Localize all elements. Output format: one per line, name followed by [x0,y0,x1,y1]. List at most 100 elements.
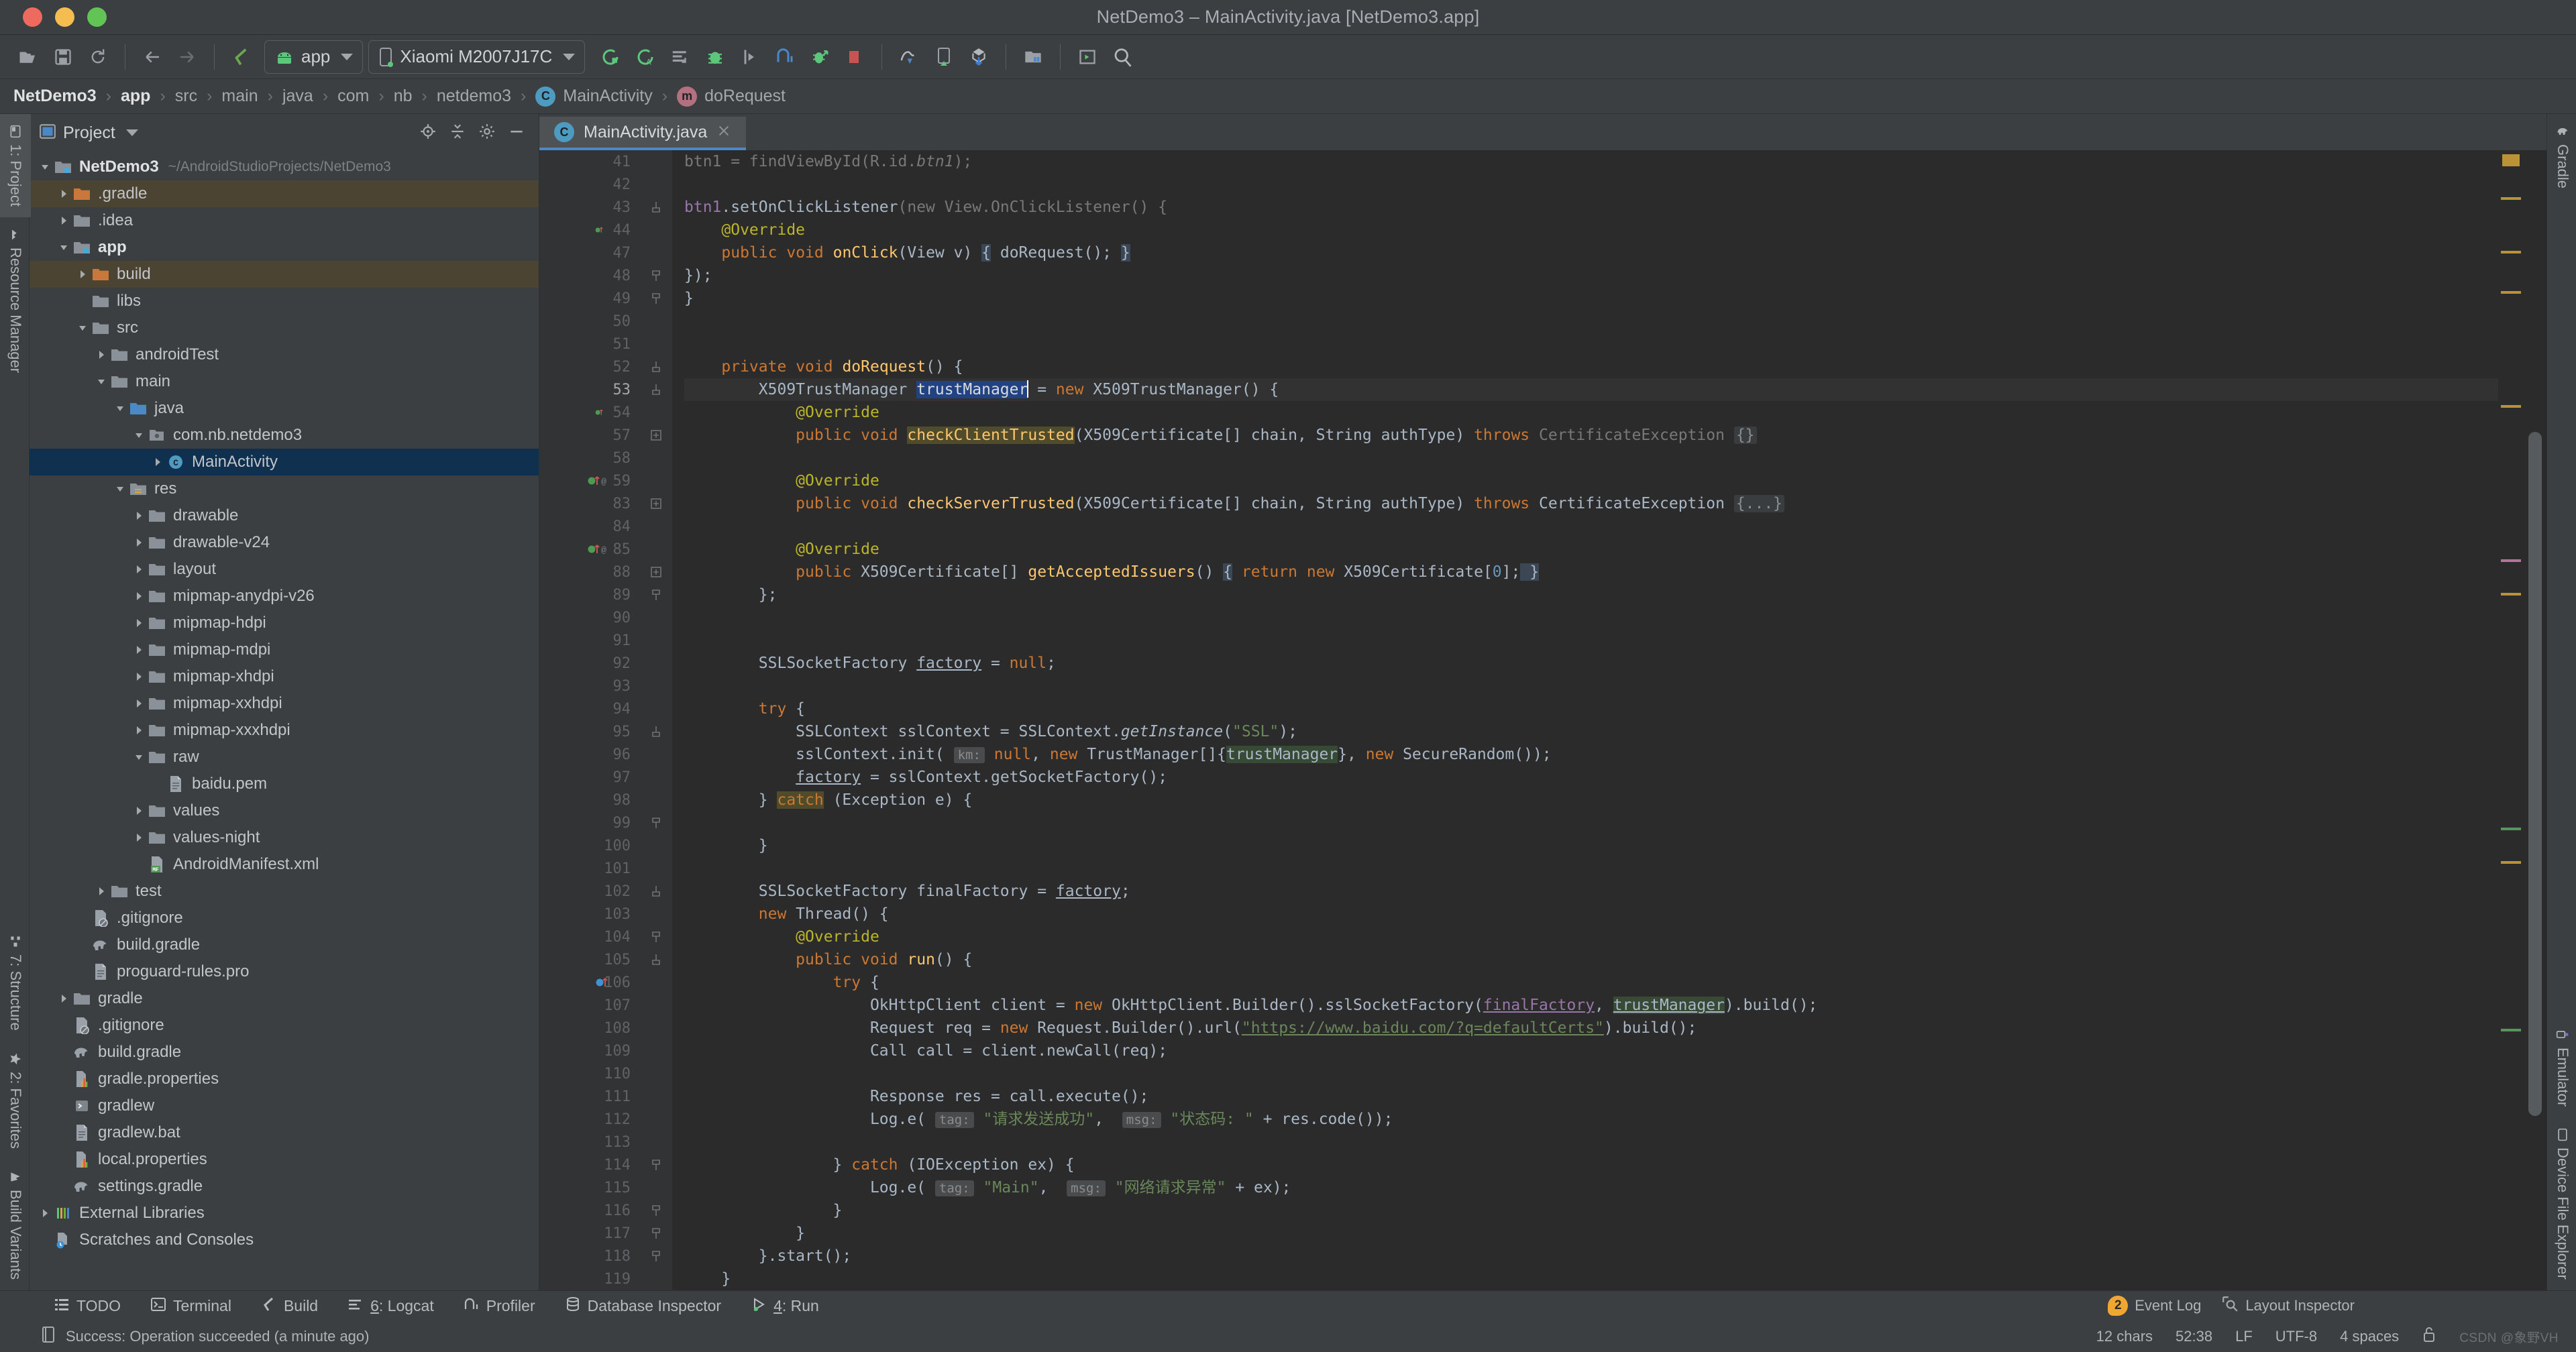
breadcrumb-item-app[interactable]: app [119,87,152,106]
fold-marker[interactable] [640,447,672,469]
scrollbar-thumb[interactable] [2528,432,2542,1116]
fold-marker[interactable] [640,424,672,447]
line-number[interactable]: 94 [539,697,640,720]
collapse-all-icon[interactable] [449,123,466,144]
code-line[interactable] [684,1062,2498,1085]
chevron-right-icon[interactable] [130,644,148,655]
fold-marker[interactable] [640,629,672,652]
tree-node-local-properties[interactable]: local.properties [30,1146,539,1173]
tree-node-scratches-and-consoles[interactable]: Scratches and Consoles [30,1227,539,1253]
line-number[interactable]: 109 [539,1039,640,1062]
tool-window-terminal[interactable]: Terminal [136,1296,246,1316]
chevron-right-icon[interactable] [74,269,91,280]
code-marker[interactable] [2501,559,2521,562]
line-number[interactable]: 92 [539,652,640,675]
tree-node-drawable[interactable]: drawable [30,502,539,529]
fold-marker[interactable] [640,675,672,697]
line-number[interactable]: 88 [539,561,640,583]
event-log-button[interactable]: 2 Event Log [2108,1296,2201,1316]
code-line[interactable] [684,333,2498,355]
fold-marker[interactable] [640,857,672,880]
fold-marker[interactable] [640,310,672,333]
tree-node-mipmap-xxhdpi[interactable]: mipmap-xxhdpi [30,690,539,717]
breadcrumb-item-netdemo3[interactable]: NetDemo3 [12,87,98,106]
chevron-down-icon[interactable] [36,162,54,172]
code-line[interactable]: SSLContext sslContext = SSLContext.getIn… [684,720,2498,743]
locate-file-icon[interactable] [419,123,437,144]
profiler-icon[interactable] [767,40,802,74]
breadcrumb-item-com[interactable]: com [336,87,370,106]
rail-item-1-project[interactable]: 1: Project [0,114,31,217]
fold-marker[interactable] [640,219,672,241]
fold-marker[interactable] [640,903,672,925]
line-number[interactable]: 47 [539,241,640,264]
chevron-right-icon[interactable] [149,457,166,467]
overriding-method-icon[interactable]: @ [586,542,609,557]
back-icon[interactable] [135,40,170,74]
code-line[interactable]: X509TrustManager trustManager = new X509… [684,378,2498,401]
chevron-right-icon[interactable] [55,188,72,199]
rail-item-emulator[interactable]: Emulator [2547,1017,2576,1117]
chevron-right-icon[interactable] [130,725,148,736]
chevron-right-icon[interactable] [130,618,148,628]
line-number[interactable]: 105 [539,948,640,971]
fold-marker[interactable] [640,1062,672,1085]
breadcrumb-item-mainactivity[interactable]: CMainActivity [534,87,653,107]
line-number[interactable]: 50 [539,310,640,333]
tree-node-external-libraries[interactable]: External Libraries [30,1200,539,1227]
fold-marker[interactable] [640,1222,672,1245]
line-number[interactable]: 100 [539,834,640,857]
save-all-icon[interactable] [46,40,80,74]
fold-marker[interactable] [640,971,672,994]
line-number[interactable]: 101 [539,857,640,880]
search-icon[interactable] [1105,40,1140,74]
code-marker[interactable] [2501,405,2521,408]
tree-node-build-gradle[interactable]: build.gradle [30,1039,539,1066]
line-number[interactable]: 119 [539,1268,640,1290]
code-line[interactable]: }); [684,264,2498,287]
layout-inspector-button[interactable]: Layout Inspector [2221,1295,2355,1316]
code-line[interactable]: } [684,1199,2498,1222]
line-number[interactable]: 103 [539,903,640,925]
stop-icon[interactable] [837,40,872,74]
fold-marker[interactable] [640,766,672,789]
tree-node-res[interactable]: res [30,475,539,502]
overriding-method-icon[interactable] [594,405,609,420]
line-number[interactable]: 118 [539,1245,640,1268]
line-number[interactable]: 106 [539,971,640,994]
tool-window-profiler[interactable]: Profiler [449,1296,550,1316]
line-number[interactable]: 89 [539,583,640,606]
code-line[interactable]: @Override [684,925,2498,948]
line-number[interactable]: 93 [539,675,640,697]
tree-node--gradle[interactable]: .gradle [30,180,539,207]
fold-marker[interactable] [640,561,672,583]
tree-node-proguard-rules-pro[interactable]: proguard-rules.pro [30,958,539,985]
fold-marker[interactable] [640,880,672,903]
line-number[interactable]: 111 [539,1085,640,1108]
code-line[interactable]: Call call = client.newCall(req); [684,1039,2498,1062]
code-line[interactable]: @Override [684,469,2498,492]
fold-marker[interactable] [640,401,672,424]
code-line[interactable]: } [684,834,2498,857]
tree-node-gradlew[interactable]: gradlew [30,1092,539,1119]
tool-window-database-inspector[interactable]: Database Inspector [550,1296,736,1316]
fold-marker[interactable] [640,1153,672,1176]
line-number[interactable]: 42 [539,173,640,196]
line-number[interactable]: 41 [539,150,640,173]
line-number[interactable]: 85@ [539,538,640,561]
code-line[interactable]: Response res = call.execute(); [684,1085,2498,1108]
tree-node-gradle[interactable]: gradle [30,985,539,1012]
avd-manager-icon[interactable] [224,40,259,74]
fold-marker[interactable] [640,743,672,766]
code-line[interactable]: try { [684,697,2498,720]
line-number[interactable]: 51 [539,333,640,355]
tool-window-todo[interactable]: TODO [39,1296,136,1316]
tree-node-raw[interactable]: raw [30,744,539,771]
tree-node-app[interactable]: app [30,234,539,261]
fold-marker[interactable] [640,925,672,948]
run-to-cursor-icon[interactable] [733,40,767,74]
code-line[interactable] [684,515,2498,538]
fold-marker[interactable] [640,1039,672,1062]
project-view-chevron-icon[interactable] [126,129,138,136]
code-line[interactable]: @Override [684,401,2498,424]
